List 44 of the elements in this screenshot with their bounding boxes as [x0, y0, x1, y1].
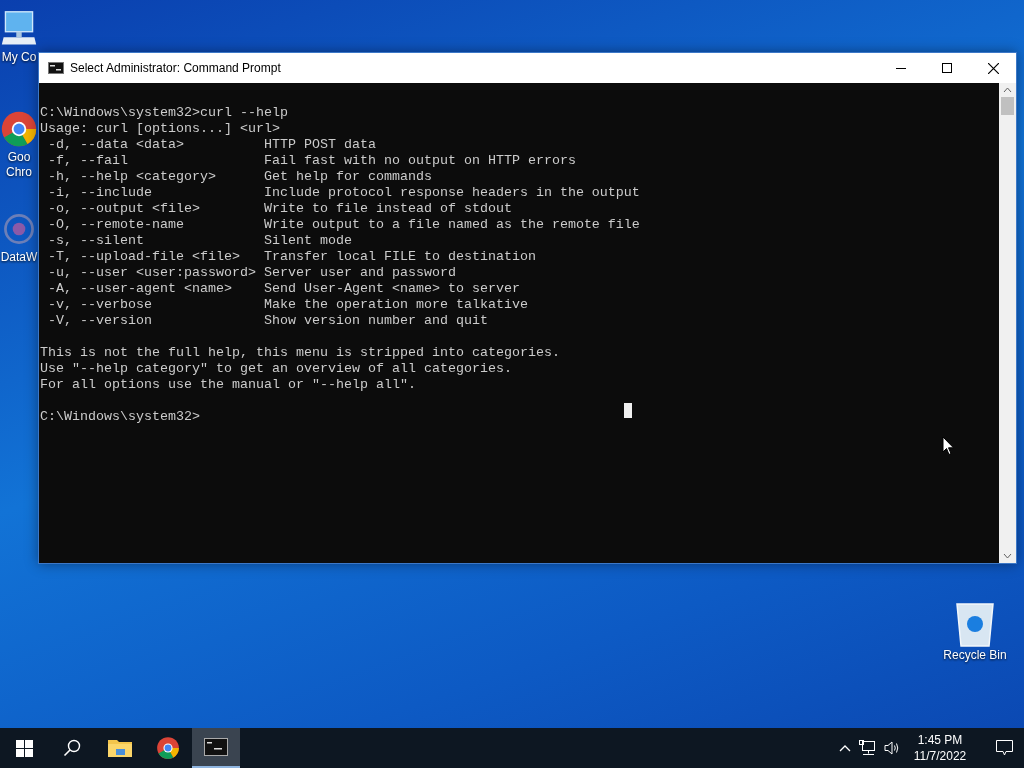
console-line: C:\Windows\system32>: [40, 409, 200, 425]
chevron-up-icon[interactable]: [839, 744, 851, 752]
console-line: -i, --include Include protocol response headers in the output: [47, 185, 640, 201]
console-line: -A, --user-agent <name> Send User-Agent <name> to server: [47, 281, 520, 297]
console-line: -v, --verbose Make the operation more talkative: [47, 297, 528, 313]
scroll-thumb[interactable]: [1001, 97, 1014, 115]
console-line: For all options use the manual or "--help all".: [40, 377, 416, 393]
network-icon[interactable]: [859, 740, 876, 756]
close-icon: [987, 62, 999, 74]
console-line: -V, --version Show version number and quit: [47, 313, 488, 329]
console-icon: [48, 62, 64, 74]
console-line: -u, --user <user:password> Server user and password: [47, 265, 456, 281]
console-line: -O, --remote-name Write output to a file named as the remote file: [47, 217, 640, 233]
text-cursor: [624, 403, 632, 418]
console-line: -h, --help <category> Get help for commands: [47, 169, 432, 185]
icon-label: Chro: [6, 165, 32, 180]
clock-date[interactable]: 11/7/2022: [913, 748, 967, 764]
console-line: Use "--help category" to get an overview of all categories.: [40, 361, 512, 377]
console-line: -s, --silent Silent mode: [47, 233, 352, 249]
console-line: C:\Windows\system32>curl --help: [40, 105, 288, 121]
console-icon: [204, 738, 228, 756]
chrome-icon: [156, 736, 180, 760]
recycle-bin-icon[interactable]: [953, 600, 997, 648]
console-line: -T, --upload-file <file> Transfer local FILE to destination: [47, 249, 536, 265]
maximize-icon: [942, 63, 952, 73]
search-icon: [63, 739, 81, 757]
window-title: Select Administrator: Command Prompt: [70, 60, 282, 77]
scrollbar[interactable]: [999, 83, 1016, 563]
console-line: Usage: curl [options...] <url>: [40, 121, 280, 137]
console-line: -o, --output <file> Write to file instead of stdout: [47, 201, 512, 217]
taskbar-button[interactable]: [192, 728, 240, 768]
notification-icon[interactable]: [995, 740, 1013, 756]
speaker-icon[interactable]: [884, 740, 900, 756]
windows-logo-icon: [15, 739, 33, 757]
console-line: This is not the full help, this menu is stripped into categories.: [40, 345, 560, 361]
icon-label: Goo: [7, 150, 31, 165]
folder-icon: [108, 738, 132, 758]
icon-label: Recycle Bin: [943, 648, 1007, 663]
console-line: -d, --data <data> HTTP POST data: [47, 137, 376, 153]
mouse-pointer-icon: [942, 436, 955, 456]
console-line: -f, --fail Fail fast with no output on HTTP errors: [47, 153, 576, 169]
icon-label: My Co: [1, 50, 37, 65]
icon-label: DataW: [0, 250, 38, 265]
clock-time[interactable]: 1:45 PM: [917, 732, 963, 748]
